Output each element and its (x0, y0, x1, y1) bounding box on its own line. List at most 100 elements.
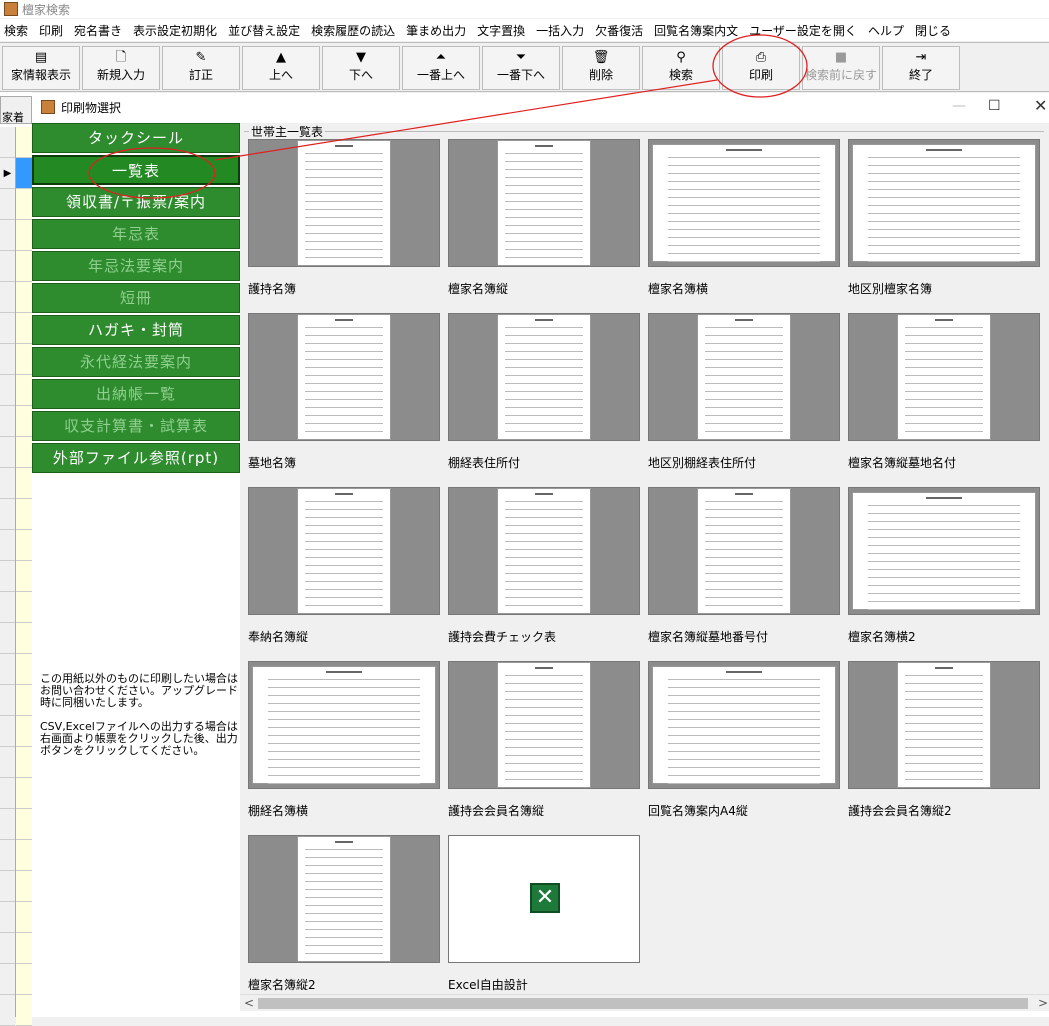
report-item[interactable]: 地区別檀家名簿 (848, 139, 1040, 297)
report-item[interactable]: 墓地名簿 (248, 313, 440, 471)
grid-cell[interactable] (16, 654, 32, 685)
report-item[interactable]: 護持会費チェック表 (448, 487, 640, 645)
grid-cell[interactable] (16, 995, 32, 1026)
category-button[interactable]: 短冊 (32, 283, 240, 313)
report-item[interactable]: 回覧名簿案内A4縦 (648, 661, 840, 819)
grid-cell-column[interactable] (16, 127, 32, 1026)
grid-cell[interactable] (16, 344, 32, 375)
report-item[interactable]: 護持名簿 (248, 139, 440, 297)
grid-cell[interactable] (16, 592, 32, 623)
category-button[interactable]: タックシール (32, 123, 240, 153)
toolbar-button[interactable]: 🗑 削除 (562, 46, 640, 90)
maximize-icon[interactable]: ☐ (988, 98, 1001, 114)
grid-row-header-cell[interactable] (0, 406, 15, 437)
report-thumbnail[interactable] (648, 487, 840, 615)
grid-cell[interactable] (16, 499, 32, 530)
grid-cell[interactable] (16, 809, 32, 840)
report-item[interactable]: 檀家名簿縦2 (248, 835, 440, 993)
scroll-right-icon[interactable]: > (1038, 996, 1048, 1010)
report-item[interactable]: 檀家名簿横 (648, 139, 840, 297)
report-item[interactable]: 檀家名簿縦墓地番号付 (648, 487, 840, 645)
report-thumbnail[interactable] (248, 835, 440, 963)
grid-cell[interactable] (16, 220, 32, 251)
toolbar-button[interactable]: 🗋 新規入力 (82, 46, 160, 90)
minimize-icon[interactable]: — (952, 98, 966, 114)
grid-row-header-cell[interactable] (0, 437, 15, 468)
menu-item[interactable]: 欠番復活 (595, 22, 643, 39)
toolbar-button[interactable]: ⚲ 検索 (642, 46, 720, 90)
grid-row-header-cell[interactable] (0, 871, 15, 902)
grid-cell[interactable] (16, 158, 32, 189)
grid-cell[interactable] (16, 530, 32, 561)
report-thumbnail[interactable] (248, 487, 440, 615)
grid-cell[interactable] (16, 685, 32, 716)
grid-cell[interactable] (16, 437, 32, 468)
grid-row-header-cell[interactable] (0, 127, 15, 158)
menu-item[interactable]: 筆まめ出力 (406, 22, 466, 39)
grid-row-header-cell[interactable] (0, 282, 15, 313)
toolbar-button[interactable]: ▼ 下へ (322, 46, 400, 90)
grid-row-header-cell[interactable] (0, 623, 15, 654)
grid-cell[interactable] (16, 251, 32, 282)
menu-item[interactable]: 一括入力 (536, 22, 584, 39)
report-item[interactable]: ✕ Excel自由設計 (448, 835, 640, 993)
grid-cell[interactable] (16, 840, 32, 871)
toolbar-button[interactable]: ✎ 訂正 (162, 46, 240, 90)
report-item[interactable]: 檀家名簿縦墓地名付 (848, 313, 1040, 471)
report-thumbnail[interactable] (848, 313, 1040, 441)
grid-row-header-cell[interactable] (0, 220, 15, 251)
category-button[interactable]: 年忌表 (32, 219, 240, 249)
report-thumbnail[interactable] (848, 139, 1040, 267)
category-button[interactable]: 収支計算書・試算表 (32, 411, 240, 441)
toolbar-button[interactable]: ■ 検索前に戻す (802, 46, 880, 90)
report-thumbnail[interactable] (448, 313, 640, 441)
menu-item[interactable]: 文字置換 (477, 22, 525, 39)
grid-row-header-cell[interactable]: ▶ (0, 158, 15, 189)
grid-cell[interactable] (16, 871, 32, 902)
category-button[interactable]: ハガキ・封筒 (32, 315, 240, 345)
toolbar-button[interactable]: ⇥ 終了 (882, 46, 960, 90)
grid-row-header-cell[interactable] (0, 809, 15, 840)
menu-item[interactable]: 並び替え設定 (228, 22, 300, 39)
category-button[interactable]: 領収書/〒振票/案内 (32, 187, 240, 217)
menu-item[interactable]: 回覧名簿案内文 (654, 22, 738, 39)
category-button[interactable]: 出納帳一覧 (32, 379, 240, 409)
grid-row-header-cell[interactable] (0, 251, 15, 282)
grid-row-header-cell[interactable] (0, 344, 15, 375)
report-item[interactable]: 棚経表住所付 (448, 313, 640, 471)
left-tab[interactable]: 家着 (0, 96, 32, 124)
toolbar-button[interactable]: ▤ 家情報表示 (2, 46, 80, 90)
grid-cell[interactable] (16, 964, 32, 995)
report-thumbnail[interactable] (848, 487, 1040, 615)
category-button[interactable]: 永代経法要案内 (32, 347, 240, 377)
report-item[interactable]: 地区別棚経表住所付 (648, 313, 840, 471)
grid-row-header-cell[interactable] (0, 747, 15, 778)
grid-cell[interactable] (16, 623, 32, 654)
horizontal-scrollbar[interactable]: < > (240, 994, 1049, 1011)
menu-item[interactable]: 検索 (4, 22, 28, 39)
grid-row-header-cell[interactable] (0, 995, 15, 1026)
menu-item[interactable]: 印刷 (39, 22, 63, 39)
grid-row-header-cell[interactable] (0, 189, 15, 220)
report-item[interactable]: 奉納名簿縦 (248, 487, 440, 645)
report-thumbnail[interactable] (448, 661, 640, 789)
grid-cell[interactable] (16, 902, 32, 933)
grid-row-header-cell[interactable] (0, 933, 15, 964)
menu-item[interactable]: 宛名書き (74, 22, 122, 39)
report-thumbnail[interactable] (648, 139, 840, 267)
grid-row-header-cell[interactable] (0, 964, 15, 995)
toolbar-button[interactable]: ▲ 上へ (242, 46, 320, 90)
grid-row-header-cell[interactable] (0, 592, 15, 623)
report-item[interactable]: 護持会会員名簿縦 (448, 661, 640, 819)
grid-row-header-cell[interactable] (0, 685, 15, 716)
report-thumbnail[interactable] (448, 139, 640, 267)
report-item[interactable]: 棚経名簿横 (248, 661, 440, 819)
report-thumbnail[interactable] (248, 139, 440, 267)
report-item[interactable]: 檀家名簿横2 (848, 487, 1040, 645)
grid-row-header-cell[interactable] (0, 840, 15, 871)
report-thumbnail[interactable] (448, 487, 640, 615)
grid-row-header-cell[interactable] (0, 499, 15, 530)
grid-cell[interactable] (16, 313, 32, 344)
grid-row-header-cell[interactable] (0, 530, 15, 561)
report-thumbnail[interactable] (848, 661, 1040, 789)
